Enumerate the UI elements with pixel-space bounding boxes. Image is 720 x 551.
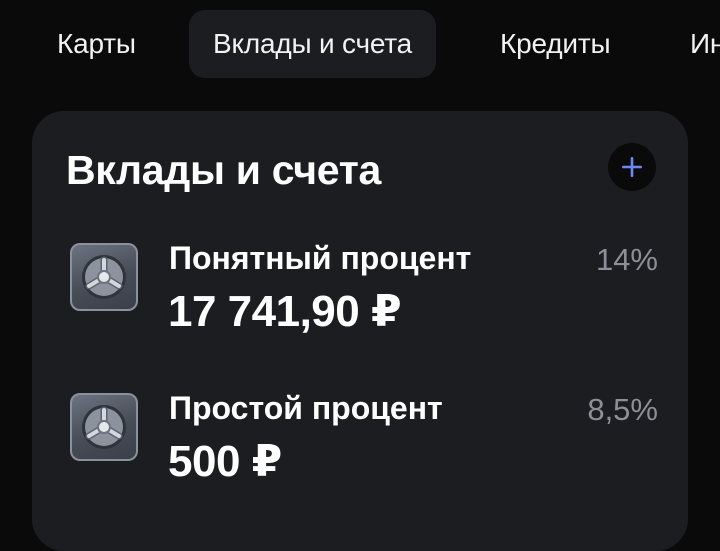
top-tab-bar: Карты Вклады и счета Кредиты Ин — [0, 10, 720, 79]
account-row-prostoy[interactable]: Простой процент 500 ₽ 8,5% — [68, 374, 658, 486]
account-name: Простой процент — [169, 390, 443, 426]
safe-icon — [70, 243, 138, 311]
account-rate: 8,5% — [587, 392, 658, 427]
add-account-button[interactable] — [608, 143, 656, 191]
tab-deposits[interactable]: Вклады и счета — [189, 10, 437, 78]
account-amount: 17 741,90 ₽ — [168, 287, 402, 336]
deposits-card: Вклады и счета Понятный процент 17 741,9… — [32, 111, 688, 551]
tab-investments[interactable]: Ин — [690, 10, 720, 78]
safe-icon — [70, 393, 138, 461]
account-row-ponyatny[interactable]: Понятный процент 17 741,90 ₽ 14% — [68, 224, 658, 336]
tab-credits[interactable]: Кредиты — [500, 10, 611, 78]
account-name: Понятный процент — [169, 240, 472, 276]
card-title: Вклады и счета — [66, 147, 381, 193]
tab-cards[interactable]: Карты — [57, 10, 136, 78]
plus-icon — [622, 157, 642, 177]
account-rate: 14% — [595, 242, 658, 277]
account-amount: 500 ₽ — [168, 437, 282, 486]
